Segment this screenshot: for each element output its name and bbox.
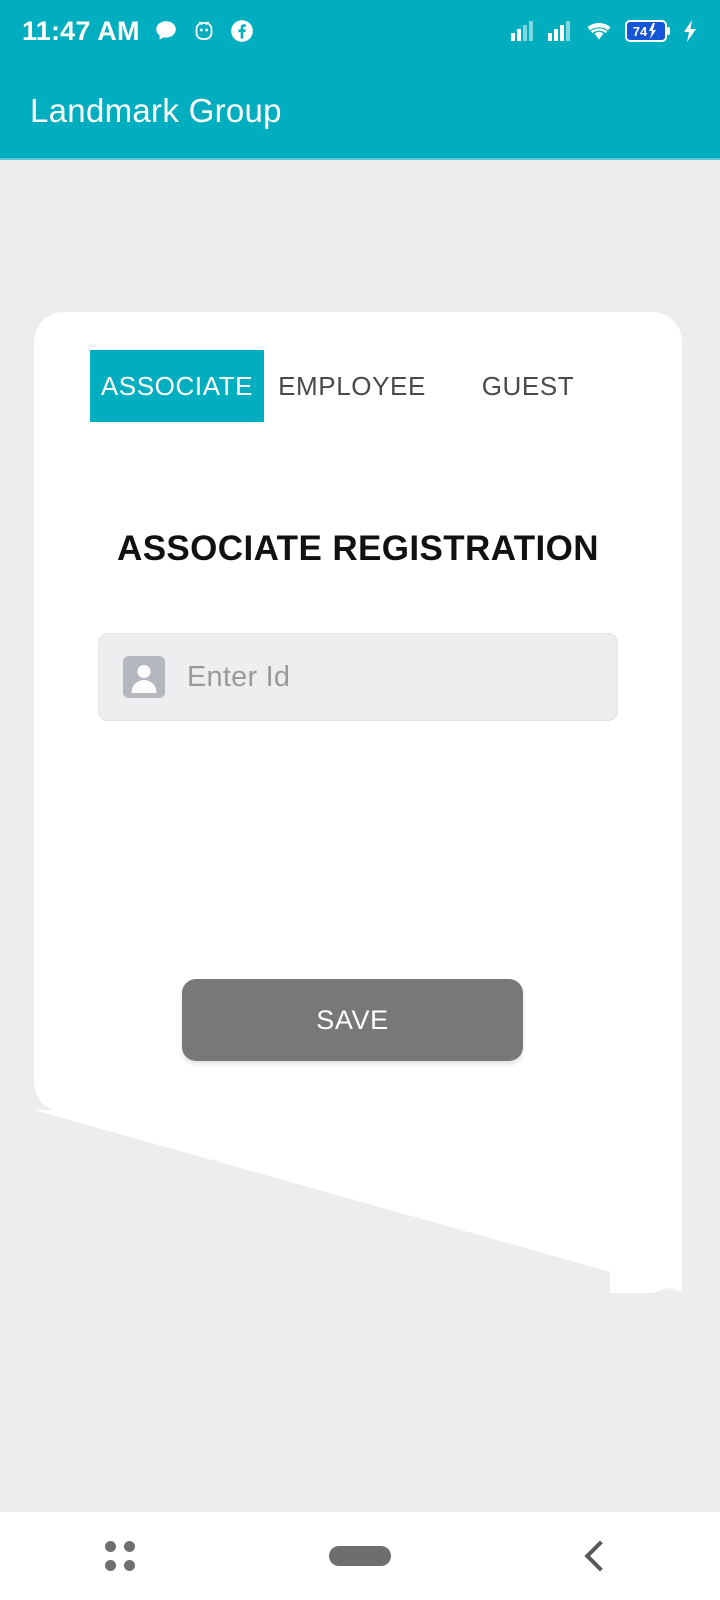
charging-bolt-icon [682, 19, 698, 43]
facebook-icon [229, 18, 255, 44]
save-button[interactable]: SAVE [182, 979, 523, 1061]
page-title: ASSOCIATE REGISTRATION [117, 529, 599, 568]
chat-bubble-icon [153, 18, 179, 44]
battery-icon: 74 [625, 19, 671, 43]
nav-home-button[interactable] [240, 1512, 480, 1600]
status-bar-right: 74 [510, 19, 698, 43]
tab-associate[interactable]: ASSOCIATE [90, 350, 264, 422]
registration-tabs: ASSOCIATE EMPLOYEE GUEST [34, 350, 682, 422]
signal-bars-sim2-icon [547, 20, 573, 42]
main-content: ASSOCIATE EMPLOYEE GUEST ASSOCIATE REGIS… [0, 161, 720, 1512]
status-bar: 11:47 AM 74 [0, 0, 720, 62]
tab-guest[interactable]: GUEST [440, 350, 616, 422]
grid-dots-icon [105, 1541, 135, 1571]
svg-text:74: 74 [633, 24, 648, 39]
home-pill-icon [329, 1546, 391, 1566]
system-nav-bar [0, 1512, 720, 1600]
phone-screen: 11:47 AM 74 Landmark Group ASSOCIATE EMP… [0, 0, 720, 1600]
signal-bars-sim1-icon [510, 20, 536, 42]
app-bar-title: Landmark Group [30, 92, 282, 129]
status-bar-clock: 11:47 AM [22, 15, 140, 46]
account-person-icon [123, 656, 165, 698]
card-diagonal-bottom [34, 1110, 682, 1292]
card-bottom-right-corner [610, 1221, 682, 1293]
wifi-icon [584, 19, 614, 43]
android-robot-icon [192, 19, 216, 43]
nav-recents-button[interactable] [0, 1512, 240, 1600]
nav-back-button[interactable] [480, 1512, 720, 1600]
id-field-placeholder: Enter Id [187, 660, 291, 693]
tab-employee[interactable]: EMPLOYEE [264, 350, 440, 422]
chevron-left-icon [584, 1540, 616, 1572]
app-bar: Landmark Group [0, 62, 720, 160]
status-bar-left: 11:47 AM [22, 16, 255, 47]
id-field-wrapper[interactable]: Enter Id [98, 633, 618, 721]
